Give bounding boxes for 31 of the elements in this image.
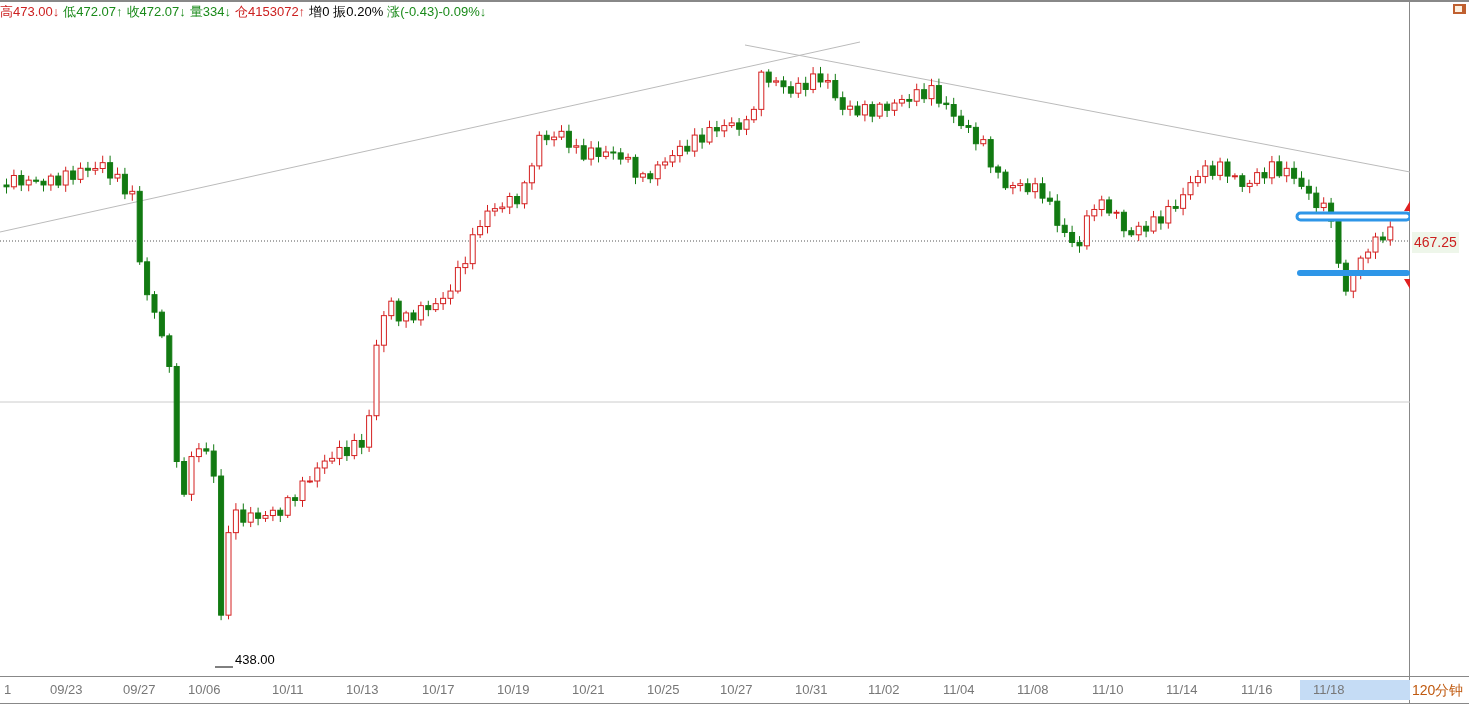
quote-stat: 振0.20%	[333, 3, 384, 22]
date-label: 10/19	[496, 681, 531, 700]
date-label: 11/16	[1240, 681, 1274, 700]
quote-stat: 仓4153072↑	[235, 3, 306, 22]
quote-stat: 收472.07↓	[126, 3, 186, 22]
panel-toggle-icon	[1453, 4, 1466, 14]
date-label: 11/02	[867, 681, 901, 700]
period-label: 120分钟	[1411, 680, 1465, 700]
date-label: 11/10	[1091, 681, 1125, 700]
date-label: 10/11	[271, 681, 305, 700]
date-label: 10/25	[646, 681, 681, 700]
date-label: 11/18	[1300, 680, 1410, 700]
date-label: 09/23	[49, 681, 84, 700]
low-price-label: 438.00	[235, 653, 275, 666]
quote-stat: 低472.07↑	[63, 3, 123, 22]
quote-stat: 涨(-0.43)-0.09%↓	[387, 3, 487, 22]
date-label: 10/31	[794, 681, 829, 700]
date-label: 10/13	[345, 681, 380, 700]
date-label: 11/14	[1165, 681, 1199, 700]
date-label: 10/27	[719, 681, 754, 700]
quote-stat: 量334↓	[189, 3, 231, 22]
quote-stat: 高473.00↓	[0, 3, 60, 22]
date-label: 11/04	[942, 681, 976, 700]
date-label: 10/17	[421, 681, 456, 700]
date-label: 11/08	[1016, 681, 1050, 700]
date-label: 10/21	[571, 681, 606, 700]
date-label: 09/27	[122, 681, 157, 700]
price-tag: 467.25	[1412, 232, 1459, 253]
date-label: 1	[3, 681, 13, 700]
quote-stat: 增0	[309, 3, 330, 22]
date-label: 10/06	[187, 681, 222, 700]
